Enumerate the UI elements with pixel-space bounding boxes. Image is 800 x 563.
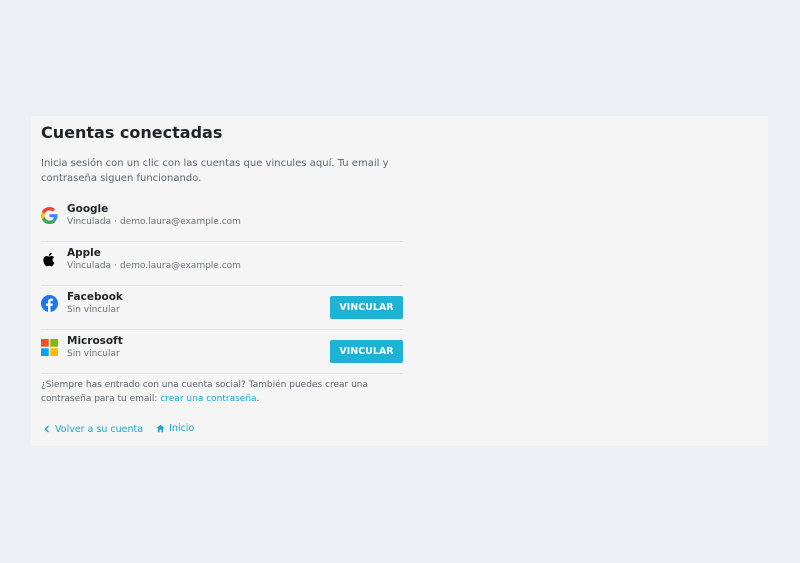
link-microsoft-button[interactable]: VINCULAR: [330, 340, 403, 363]
page-title: Cuentas conectadas: [41, 123, 223, 142]
back-to-account-link[interactable]: Volver a su cuenta: [43, 424, 143, 435]
provider-status: Vinculada · demo.laura@example.com: [67, 217, 241, 227]
account-row-google: Google Vinculada · demo.laura@example.com: [41, 198, 403, 242]
home-link-label: Inicio: [169, 423, 195, 434]
status-label: Vinculada: [67, 261, 112, 271]
provider-status: Sin vincular: [67, 349, 120, 359]
status-separator: ·: [114, 261, 117, 271]
account-row-microsoft: Microsoft Sin vincular VINCULAR: [41, 330, 403, 374]
provider-name: Google: [67, 203, 109, 215]
microsoft-icon: [41, 339, 58, 356]
password-note: ¿Siempre has entrado con una cuenta soci…: [41, 378, 411, 406]
provider-name: Facebook: [67, 291, 123, 303]
google-icon: [41, 207, 58, 224]
connected-accounts-panel: Cuentas conectadas Inicia sesión con un …: [31, 116, 768, 446]
footer-links: Volver a su cuenta Inicio: [43, 423, 204, 436]
provider-status: Sin vincular: [67, 305, 120, 315]
status-label: Vinculada: [67, 217, 112, 227]
create-password-link[interactable]: crear una contraseña: [160, 394, 256, 404]
account-row-apple: Apple Vinculada · demo.laura@example.com: [41, 242, 403, 286]
provider-name: Apple: [67, 247, 101, 259]
status-separator: ·: [114, 217, 117, 227]
facebook-icon: [41, 295, 58, 312]
apple-icon: [41, 251, 58, 268]
chevron-left-icon: [44, 425, 49, 433]
provider-name: Microsoft: [67, 335, 123, 347]
account-row-facebook: Facebook Sin vincular VINCULAR: [41, 286, 403, 330]
back-link-label: Volver a su cuenta: [55, 423, 144, 435]
intro-text: Inicia sesión con un clic con las cuenta…: [41, 158, 389, 184]
provider-status: Vinculada · demo.laura@example.com: [67, 261, 241, 271]
link-facebook-button[interactable]: VINCULAR: [330, 296, 403, 319]
note-suffix: .: [256, 394, 260, 404]
accounts-list: Google Vinculada · demo.laura@example.com …: [41, 198, 403, 374]
home-link[interactable]: Inicio: [156, 423, 194, 434]
linked-email: demo.laura@example.com: [119, 261, 241, 271]
status-label: Sin vincular: [67, 305, 120, 315]
home-icon: [156, 424, 165, 433]
linked-email: demo.laura@example.com: [119, 217, 241, 227]
status-label: Sin vincular: [67, 349, 120, 359]
